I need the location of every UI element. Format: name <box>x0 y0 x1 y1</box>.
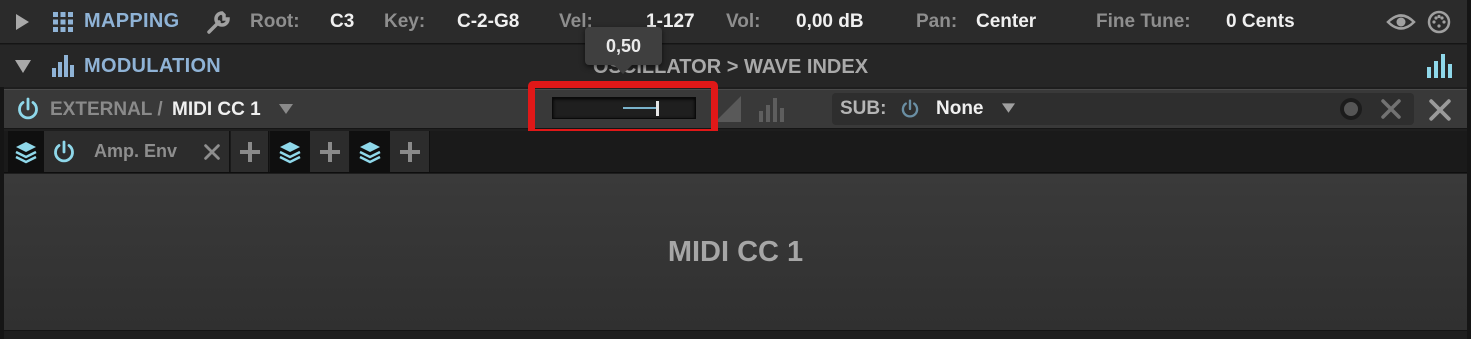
volume-value[interactable]: 0,00 dB <box>796 11 864 33</box>
source-dropdown-icon[interactable] <box>278 103 294 115</box>
sub-amount-knob-icon[interactable] <box>1339 97 1363 121</box>
amp-env-close-icon[interactable] <box>204 144 220 160</box>
sub-remove-icon[interactable] <box>1381 99 1401 119</box>
expand-triangle-icon[interactable] <box>16 14 29 30</box>
root-value[interactable]: C3 <box>330 11 354 33</box>
add-modulator-button-3[interactable] <box>390 131 430 172</box>
right-border <box>1467 0 1471 339</box>
modulator-content-panel: MIDI CC 1 <box>4 174 1467 331</box>
source-category: EXTERNAL / <box>50 99 163 120</box>
power-icon[interactable] <box>16 97 40 121</box>
highlight-frame <box>528 81 718 136</box>
sub-label: SUB: <box>840 98 887 119</box>
add-modulator-button-2[interactable] <box>310 131 350 172</box>
sub-dropdown-icon[interactable] <box>1001 102 1016 114</box>
amp-env-power-icon[interactable] <box>52 140 76 164</box>
plus-icon <box>319 141 340 162</box>
bars-icon <box>52 55 74 77</box>
mapping-bar: MAPPING Root: C3 Key: C-2-G8 Vel: 1-127 … <box>0 0 1471 44</box>
eye-icon[interactable] <box>1386 11 1416 33</box>
pan-label: Pan: <box>916 11 958 32</box>
bipolar-bars-icon[interactable] <box>759 96 787 122</box>
mapping-title[interactable]: MAPPING <box>84 10 179 33</box>
add-modulator-button[interactable] <box>231 131 269 172</box>
grid-icon <box>53 12 73 32</box>
layers-icon <box>279 141 301 163</box>
remove-modulation-icon[interactable] <box>1429 99 1451 121</box>
root-label: Root: <box>250 11 300 32</box>
wrench-icon[interactable] <box>206 9 232 35</box>
plus-icon <box>399 141 420 162</box>
key-label: Key: <box>384 11 426 32</box>
sub-power-icon[interactable] <box>900 99 920 119</box>
amp-env-tab[interactable]: Amp. Env <box>44 131 230 172</box>
layers-icon <box>15 141 37 163</box>
fine-tune-label: Fine Tune: <box>1096 11 1191 32</box>
fine-tune-value[interactable]: 0 Cents <box>1226 11 1295 33</box>
source-name[interactable]: MIDI CC 1 <box>172 99 261 121</box>
midi-port-icon[interactable] <box>1427 10 1451 34</box>
layer-tab-2[interactable] <box>270 131 310 172</box>
modulator-tab-row: Amp. Env <box>4 131 1467 173</box>
collapse-triangle-icon[interactable] <box>15 60 31 73</box>
sub-value[interactable]: None <box>936 98 984 120</box>
layer-tab-1[interactable] <box>8 131 44 172</box>
curve-shape-icon[interactable] <box>715 96 741 122</box>
layers-icon <box>359 141 381 163</box>
mod-bars-icon[interactable] <box>1427 54 1452 78</box>
amp-env-label: Amp. Env <box>94 141 178 161</box>
modulation-bar: MODULATION OSCILLATOR > WAVE INDEX <box>0 45 1471 87</box>
pan-value[interactable]: Center <box>976 11 1036 33</box>
sub-modulation-box: SUB: None <box>832 93 1414 125</box>
layer-tab-3[interactable] <box>350 131 390 172</box>
volume-label: Vol: <box>726 11 761 32</box>
amount-tooltip: 0,50 <box>585 27 662 74</box>
plus-icon <box>239 141 260 162</box>
content-title: MIDI CC 1 <box>667 235 804 268</box>
key-range-value[interactable]: C-2-G8 <box>457 11 519 33</box>
modulation-title[interactable]: MODULATION <box>84 55 221 78</box>
